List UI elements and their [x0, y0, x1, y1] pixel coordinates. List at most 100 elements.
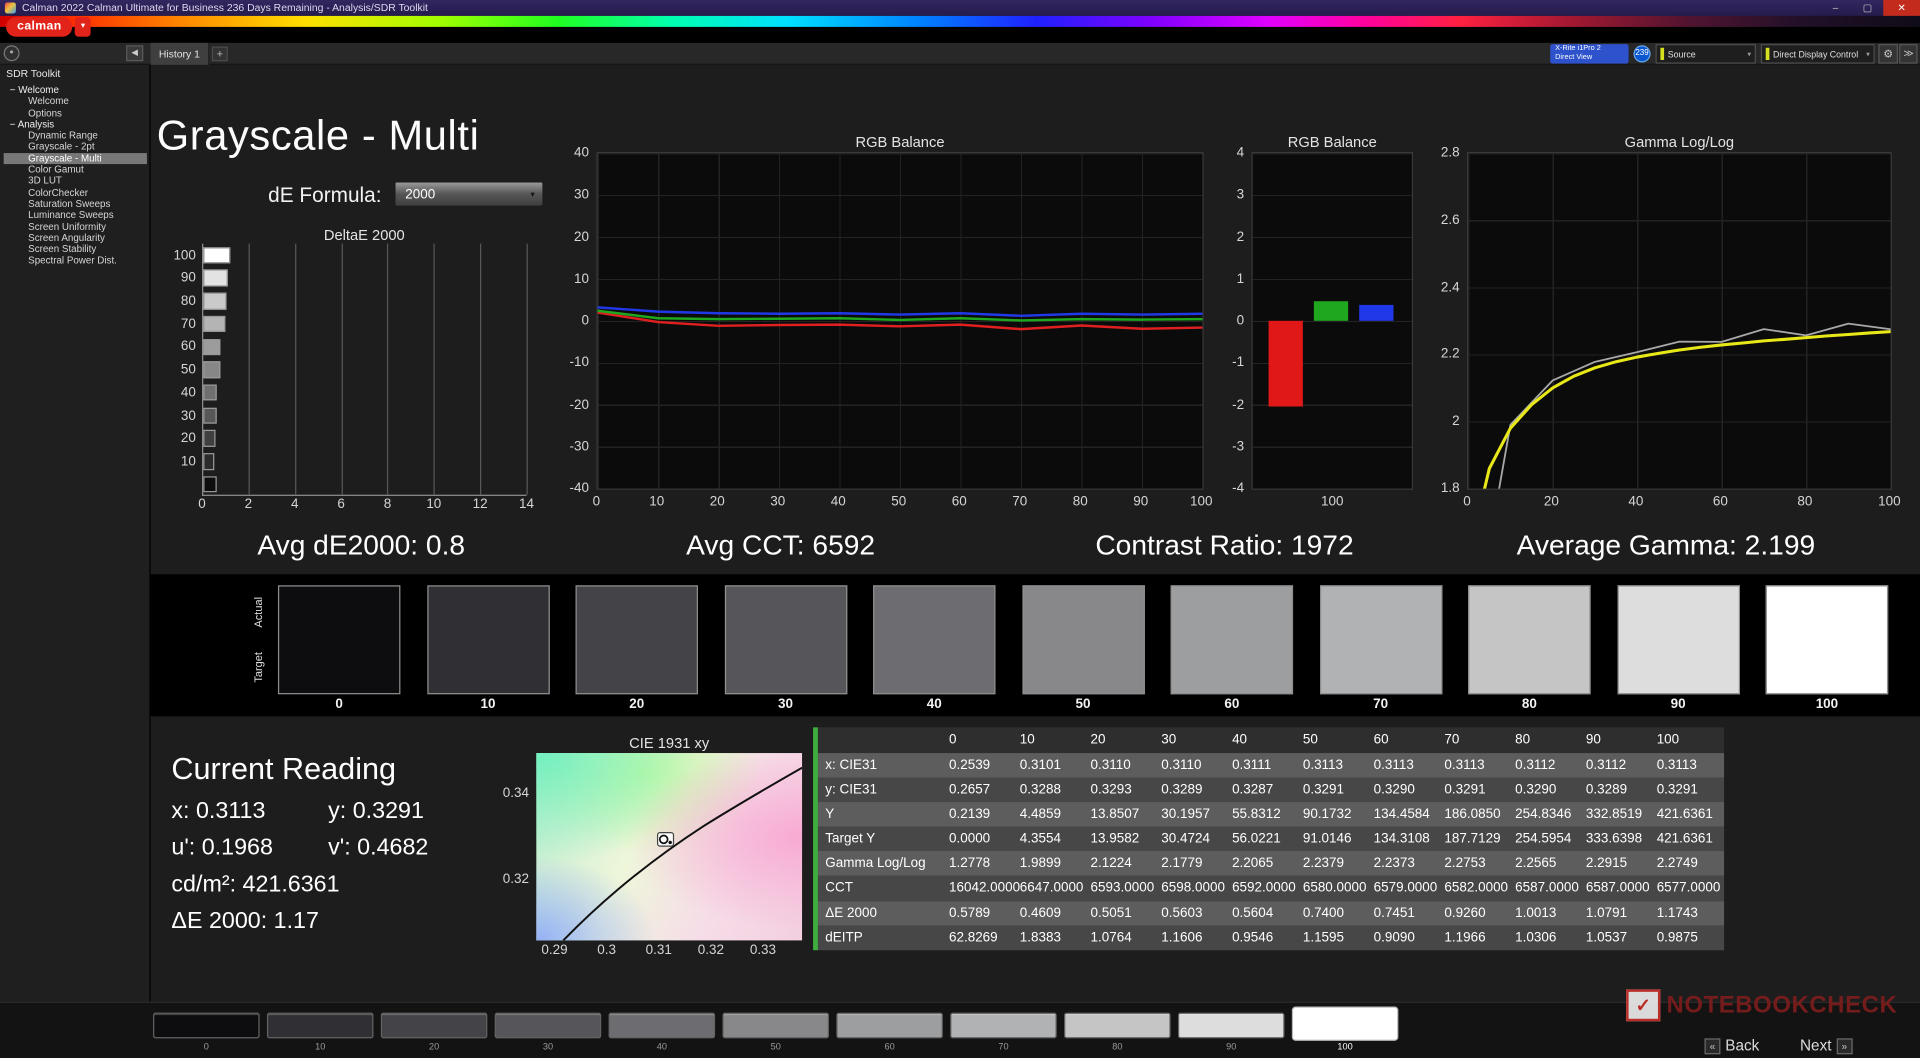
grayscale-swatch-10 — [426, 585, 550, 695]
sidebar-item-grayscale-multi[interactable]: Grayscale - Multi — [3, 152, 147, 165]
table-cell: 186.0850 — [1444, 807, 1501, 822]
gamma-x-label: 0 — [1463, 494, 1471, 510]
table-cell: 0.3293 — [1090, 782, 1132, 798]
level-button-20[interactable] — [380, 1012, 488, 1039]
level-button-label: 60 — [884, 1040, 895, 1052]
next-button[interactable]: Next » — [1800, 1037, 1853, 1054]
swatch-level-label: 0 — [335, 696, 343, 712]
rgb-line-y-label: -10 — [569, 355, 589, 371]
cie-chart-title: CIE 1931 xy — [629, 734, 710, 752]
back-button[interactable]: « Back — [1704, 1037, 1759, 1054]
table-cell: 0.3101 — [1019, 757, 1061, 773]
display-dropdown-label: Direct Display Control — [1773, 48, 1859, 60]
rgb-line-y-label: 30 — [573, 187, 589, 203]
table-cell: 0.0000 — [948, 831, 991, 847]
sidebar-item-analysis[interactable]: − Analysis — [4, 119, 147, 130]
source-dropdown-label: Source — [1667, 48, 1696, 60]
table-cell: 0.2139 — [948, 807, 991, 822]
rgb-line-x-label: 50 — [891, 494, 907, 510]
sidebar-item-options[interactable]: Options — [4, 107, 147, 118]
current-reading-row: cd/m²: 421.6361 — [171, 872, 339, 899]
table-cell: 0.5603 — [1161, 905, 1203, 921]
minimize-button[interactable]: – — [1820, 0, 1852, 16]
rgb-bar-y-label: 0 — [1236, 313, 1245, 329]
reading-value: x: 0.3113 — [171, 798, 266, 825]
meter-button[interactable]: X-Rite i1Pro 2 Direct View — [1550, 44, 1629, 64]
sidebar-collapse-button[interactable]: ◀ — [126, 45, 144, 62]
fast-forward-icon[interactable]: ≫ — [1899, 44, 1918, 64]
sidebar-item-screen-uniformity[interactable]: Screen Uniformity — [4, 221, 147, 232]
reading-count-badge: 239 — [1633, 45, 1651, 63]
sidebar-item-welcome[interactable]: − Welcome — [4, 84, 147, 95]
table-row: CCT 16042.0000 6647.0000 6593.0000 6598.0000… — [817, 876, 1725, 901]
gridline — [294, 243, 296, 495]
table-cell: 6647.0000 — [1019, 880, 1084, 896]
table-cell: 332.8519 — [1585, 807, 1643, 822]
table-cell: 1.0537 — [1585, 930, 1628, 945]
rgb-line-x-label: 0 — [592, 494, 601, 510]
sidebar-item-dynamic-range[interactable]: Dynamic Range — [4, 130, 147, 141]
swatch-level-label: 60 — [1224, 696, 1240, 712]
tab-history-1[interactable]: History 1 — [150, 42, 210, 65]
sidebar-item-welcome[interactable]: Welcome — [4, 96, 147, 107]
table-header-row: 0 10 20 30 40 50 60 70 80 90 100 — [817, 727, 1725, 754]
level-button-0[interactable] — [153, 1012, 260, 1039]
table-cell: 421.6361 — [1656, 831, 1713, 847]
source-dropdown[interactable]: Source ▾ — [1655, 44, 1756, 64]
table-cell: 0.5789 — [948, 905, 991, 921]
table-cell: 56.0221 — [1232, 831, 1281, 847]
gridline — [248, 243, 250, 495]
table-cell: 1.9899 — [1019, 856, 1061, 872]
table-cell: 0.3111 — [1232, 757, 1272, 773]
sidebar-item-3d-lut[interactable]: 3D LUT — [4, 176, 147, 187]
reading-value: ΔE 2000: 1.17 — [171, 908, 319, 935]
cie-x-label: 0.32 — [697, 942, 724, 958]
table-header-cell: 80 — [1515, 732, 1531, 747]
table-cell: 6587.0000 — [1585, 880, 1650, 896]
display-control-dropdown[interactable]: Direct Display Control ▾ — [1760, 44, 1875, 64]
gamma-chart — [1466, 151, 1892, 490]
table-cell: 134.4584 — [1373, 807, 1430, 822]
level-button-40[interactable] — [608, 1012, 716, 1039]
table-cell: 254.8346 — [1515, 807, 1572, 822]
swatch-level-label: 90 — [1670, 696, 1686, 712]
level-button-60[interactable] — [836, 1012, 943, 1039]
logo-menu-caret-icon[interactable]: ▾ — [75, 17, 91, 37]
pin-icon[interactable]: ● — [3, 45, 20, 62]
sidebar-item-color-gamut[interactable]: Color Gamut — [4, 164, 147, 175]
level-button-70[interactable] — [950, 1012, 1057, 1039]
gear-icon[interactable]: ⚙ — [1878, 44, 1898, 64]
level-button-50[interactable] — [722, 1012, 829, 1039]
swatch-level-label: 20 — [629, 696, 645, 712]
sidebar-item-colorchecker[interactable]: ColorChecker — [4, 187, 147, 198]
table-cell: 0.4609 — [1019, 905, 1061, 921]
level-button-80[interactable] — [1064, 1012, 1171, 1039]
add-tab-button[interactable]: + — [211, 46, 228, 62]
sidebar-item-saturation-sweeps[interactable]: Saturation Sweeps — [4, 198, 147, 209]
level-button-30[interactable] — [494, 1012, 602, 1039]
level-button-10[interactable] — [266, 1012, 374, 1039]
table-cell: 0.3110 — [1161, 757, 1202, 773]
sidebar-item-grayscale-2pt[interactable]: Grayscale - 2pt — [4, 141, 147, 152]
display-accent-bar — [1765, 47, 1770, 60]
deltae-x-label: 6 — [337, 497, 345, 512]
level-button-90[interactable] — [1177, 1012, 1285, 1039]
de-formula-select[interactable]: 2000 ▾ — [394, 181, 544, 207]
deltae-bar-70 — [203, 315, 225, 333]
table-cell: 0.9260 — [1444, 905, 1486, 921]
gridline — [387, 243, 389, 495]
sidebar-item-luminance-sweeps[interactable]: Luminance Sweeps — [4, 210, 147, 221]
sidebar-item-screen-angularity[interactable]: Screen Angularity — [4, 232, 147, 243]
back-chevron-icon: « — [1704, 1037, 1721, 1054]
close-button[interactable]: ✕ — [1883, 0, 1920, 16]
gamma-chart-title: Gamma Log/Log — [1624, 133, 1735, 151]
table-cell: 13.8507 — [1090, 807, 1140, 822]
sidebar-item-screen-stability[interactable]: Screen Stability — [4, 244, 147, 255]
sidebar-item-spectral-power-dist-[interactable]: Spectral Power Dist. — [4, 255, 147, 266]
table-cell: 134.3108 — [1373, 831, 1430, 847]
level-button-100[interactable] — [1291, 1006, 1399, 1041]
reading-value: cd/m²: 421.6361 — [171, 871, 340, 898]
level-button-label: 20 — [428, 1040, 440, 1052]
maximize-button[interactable]: ▢ — [1851, 0, 1883, 16]
next-chevron-icon: » — [1836, 1037, 1853, 1054]
